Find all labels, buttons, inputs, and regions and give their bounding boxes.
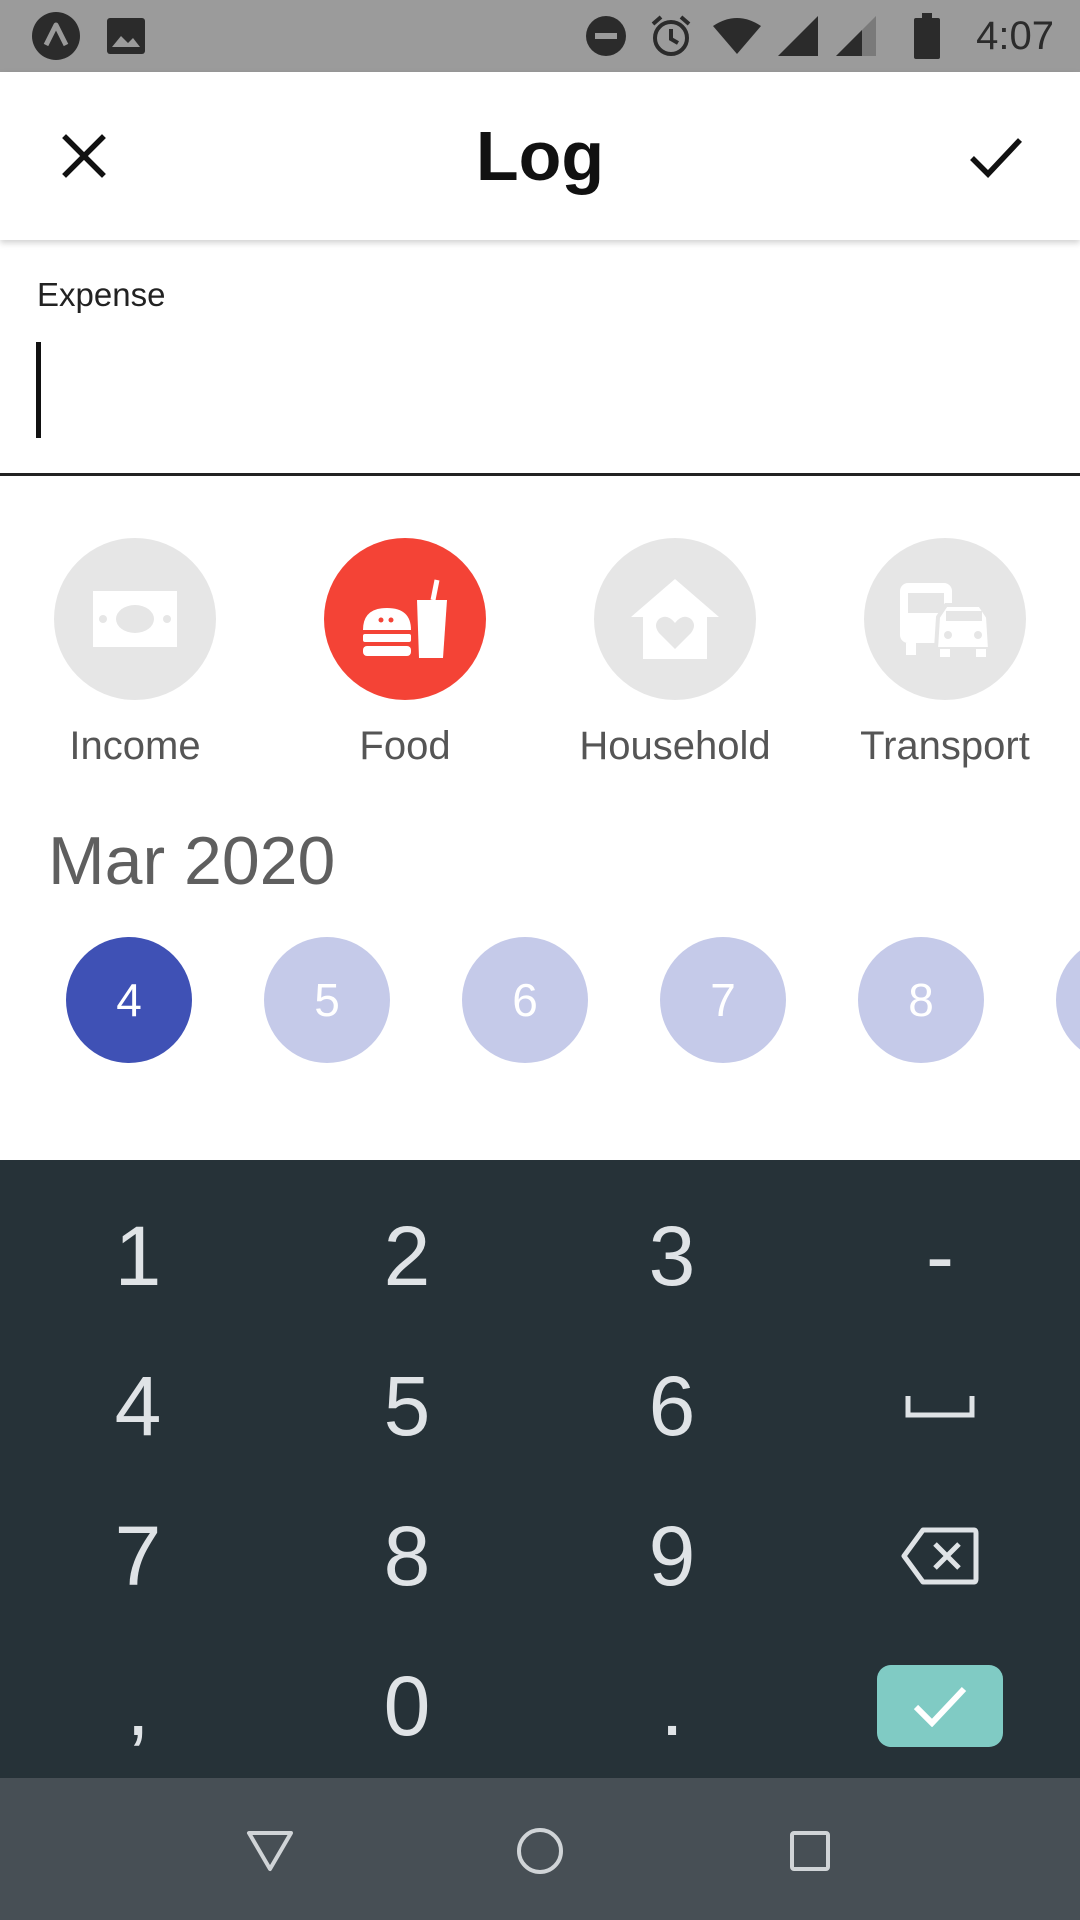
category-food[interactable]: Food: [285, 538, 525, 778]
category-transport[interactable]: Transport: [825, 538, 1065, 778]
key-6[interactable]: 6: [537, 1331, 807, 1481]
food-icon: [363, 579, 447, 658]
log-screen: 4:07 Log Expense Income Food Household T…: [0, 0, 1080, 1920]
cell-signal-icon: [776, 0, 820, 72]
image-notification-icon: [104, 0, 148, 72]
date-chip-next[interactable]: [1056, 937, 1080, 1063]
key-dot[interactable]: .: [537, 1631, 807, 1781]
alarm-icon: [648, 0, 694, 72]
date-chip-4[interactable]: 4: [66, 937, 192, 1063]
key-backspace[interactable]: [805, 1481, 1075, 1631]
page-title: Log: [475, 117, 605, 195]
date-chip-5[interactable]: 5: [264, 937, 390, 1063]
category-food-circle: [324, 538, 486, 700]
key-0[interactable]: 0: [272, 1631, 542, 1781]
category-income[interactable]: Income: [15, 538, 255, 778]
text-cursor: [36, 342, 41, 438]
category-household-label: Household: [579, 724, 771, 768]
expense-label: Expense: [37, 276, 166, 313]
key-comma[interactable]: ,: [3, 1631, 273, 1781]
key-done[interactable]: [805, 1631, 1075, 1781]
date-chip-7[interactable]: 7: [660, 937, 786, 1063]
home-icon: [517, 1828, 563, 1874]
key-space[interactable]: [805, 1331, 1075, 1481]
key-8[interactable]: 8: [272, 1481, 542, 1631]
battery-icon: [912, 0, 942, 72]
category-income-circle: [54, 538, 216, 700]
household-icon: [631, 579, 719, 659]
back-icon: [247, 1831, 293, 1871]
wifi-icon: [712, 0, 762, 72]
key-minus[interactable]: -: [805, 1181, 1075, 1331]
date-chip-8[interactable]: 8: [858, 937, 984, 1063]
money-icon: [93, 591, 177, 647]
app-bar: Log: [0, 72, 1080, 240]
category-household-circle: [594, 538, 756, 700]
category-transport-label: Transport: [860, 724, 1030, 768]
done-icon: [913, 1686, 967, 1727]
nav-back-button[interactable]: [225, 1806, 315, 1896]
category-household[interactable]: Household: [555, 538, 795, 778]
date-chip-6[interactable]: 6: [462, 937, 588, 1063]
month-label: Mar 2020: [48, 823, 336, 899]
transport-icon: [900, 583, 992, 657]
key-7[interactable]: 7: [3, 1481, 273, 1631]
key-5[interactable]: 5: [272, 1331, 542, 1481]
category-income-label: Income: [69, 724, 201, 768]
category-food-label: Food: [359, 724, 451, 768]
category-transport-circle: [864, 538, 1026, 700]
key-2[interactable]: 2: [272, 1181, 542, 1331]
expense-input[interactable]: [0, 318, 1080, 476]
do-not-disturb-icon: [584, 0, 628, 72]
numeric-keypad: 1 2 3 - 4 5 6 7 8 9 , 0 .: [0, 1160, 1080, 1778]
app-notification-icon: [28, 0, 84, 72]
nav-home-button[interactable]: [495, 1806, 585, 1896]
key-4[interactable]: 4: [3, 1331, 273, 1481]
confirm-button[interactable]: [954, 114, 1038, 198]
cell-signal-2-icon: [834, 0, 878, 72]
status-bar: 4:07: [0, 0, 1080, 72]
key-3[interactable]: 3: [537, 1181, 807, 1331]
key-1[interactable]: 1: [3, 1181, 273, 1331]
key-9[interactable]: 9: [537, 1481, 807, 1631]
nav-recents-button[interactable]: [765, 1806, 855, 1896]
done-button[interactable]: [877, 1665, 1003, 1747]
backspace-icon: [901, 1527, 979, 1585]
check-icon: [970, 138, 1023, 178]
space-icon: [905, 1396, 975, 1418]
status-time: 4:07: [976, 14, 1054, 58]
system-nav-bar: [0, 1778, 1080, 1920]
recents-icon: [790, 1831, 830, 1871]
